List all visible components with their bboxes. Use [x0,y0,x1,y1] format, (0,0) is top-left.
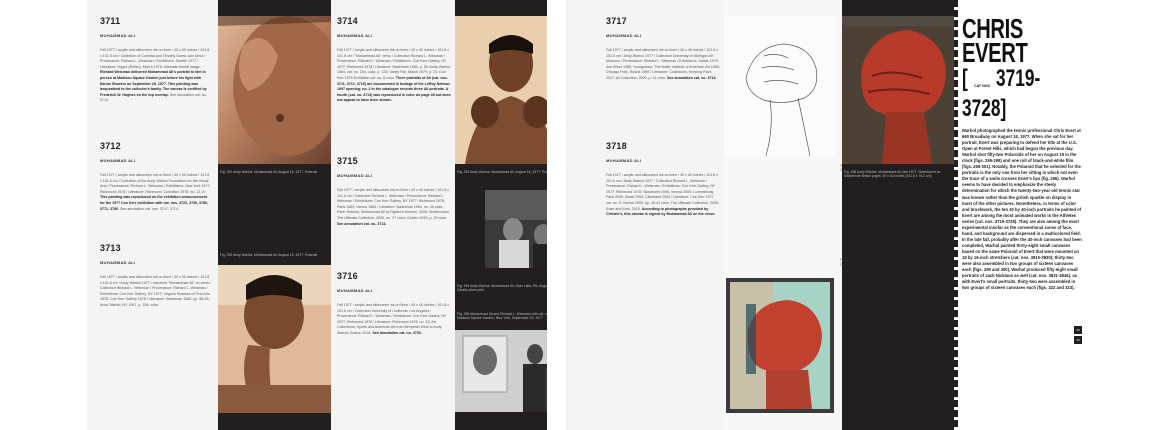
catalogue-entry-3711: 3711 MUHAMMAD ALI Fall 1977 / acrylic an… [100,16,212,104]
artist-name: MUHAMMAD ALI [606,158,642,163]
photo-column-3: Fig. 298 Andy Warhol, Muhammad Ali, late… [842,0,954,430]
essay-column: CHRIS EVERT [ CAT NOS 3719- 3728] Warhol… [954,0,1086,430]
catalogue-entry-3712: 3712 MUHAMMAD ALI Fall 1977 / acrylic an… [100,141,212,212]
cat-range-start: 3719- [996,65,1041,92]
figure-caption: Fig. 292 Andy Warhol, Muhammad Ali, Augu… [220,253,318,257]
text-column-1: 3711 MUHAMMAD ALI Fall 1977 / acrylic an… [87,0,218,430]
lot-number: 3718 [606,141,627,151]
artist-name: MUHAMMAD ALI [606,33,642,38]
catalogue-entry-3714: 3714 MUHAMMAD ALI Fall 1977 / acrylic an… [337,16,451,104]
entry-body: Fall 1977 / acrylic and silkscreen ink o… [100,48,210,103]
cat-nos-label: CAT NOS [974,84,990,88]
entry-body: Fall 1977 / acrylic and silkscreen ink o… [606,173,719,217]
catalogue-entry-3715: 3715 MUHAMMAD ALI Fall 1977 / acrylic an… [337,156,451,227]
figure-caption: Fig. 291 Andy Warhol, Muhammad Ali, Augu… [220,170,318,174]
screenprint-fist [842,16,954,164]
essay-title-line2: EVERT [962,37,1028,68]
polaroid-ali-torso [218,16,331,164]
sketch-column: Fig. 296 Andy Warhol, Muhammad Ali, late… [724,0,950,430]
text-column-3: 3717 MUHAMMAD ALI Fall 1977 / acrylic an… [566,0,724,430]
artist-name: MUHAMMAD ALI [100,158,136,163]
collage-fist [726,278,834,413]
entry-body: Fall 1977 / acrylic and silkscreen ink o… [100,173,211,211]
entry-body: Fall 1977 / acrylic and silkscreen ink o… [337,188,450,226]
artist-name: MUHAMMAD ALI [337,33,373,38]
artist-name: MUHAMMAD ALI [100,33,136,38]
lot-number: 3717 [606,16,627,26]
entry-body: Fall 1977 / acrylic and silkscreen ink o… [337,303,450,335]
page-tab-19: 19 [1074,326,1082,334]
lot-number: 3716 [337,271,358,281]
cat-range-end: 3728] [962,95,1007,122]
catalogue-entry-3716: 3716 MUHAMMAD ALI Fall 1977 / acrylic an… [337,271,451,337]
page-tab-20: 20 [1074,336,1082,344]
artist-name: MUHAMMAD ALI [337,288,373,293]
left-spread: 3711 MUHAMMAD ALI Fall 1977 / acrylic an… [87,0,567,430]
essay-text: Warhol photographed the tennis professio… [962,128,1082,291]
gutter [547,0,566,430]
lot-number: 3715 [337,156,358,166]
catalogue-entry-3717: 3717 MUHAMMAD ALI Fall 1977 / acrylic an… [606,16,720,82]
lot-number: 3713 [100,243,121,253]
lot-number: 3714 [337,16,358,26]
text-column-2: 3714 MUHAMMAD ALI Fall 1977 / acrylic an… [331,0,455,430]
artist-name: MUHAMMAD ALI [337,173,373,178]
entry-body: Fall 1977 / acrylic and silkscreen ink o… [606,48,720,80]
lot-number: 3711 [100,16,121,26]
catalogue-entry-3713: 3713 MUHAMMAD ALI Fall 1977 / acrylic an… [100,243,212,309]
right-spread: 3717 MUHAMMAD ALI Fall 1977 / acrylic an… [566,0,1086,430]
filmstrip-border [954,0,958,430]
photo-column-1: Fig. 291 Andy Warhol, Muhammad Ali, Augu… [218,0,331,430]
drawing-fist [724,16,836,156]
catalogue-entry-3718: 3718 MUHAMMAD ALI Fall 1977 / acrylic an… [606,141,720,218]
figure-caption: Fig. 298 Andy Warhol, Muhammad Ali, late… [844,170,941,178]
entry-body: Fall 1977 / acrylic and silkscreen ink o… [337,48,451,103]
polaroid-ali-hand-chin [218,265,331,413]
artist-name: MUHAMMAD ALI [100,260,136,265]
entry-body: Fall 1977 / acrylic and silkscreen ink o… [100,275,212,307]
cat-range-open: [ [962,65,968,92]
lot-number: 3712 [100,141,121,151]
